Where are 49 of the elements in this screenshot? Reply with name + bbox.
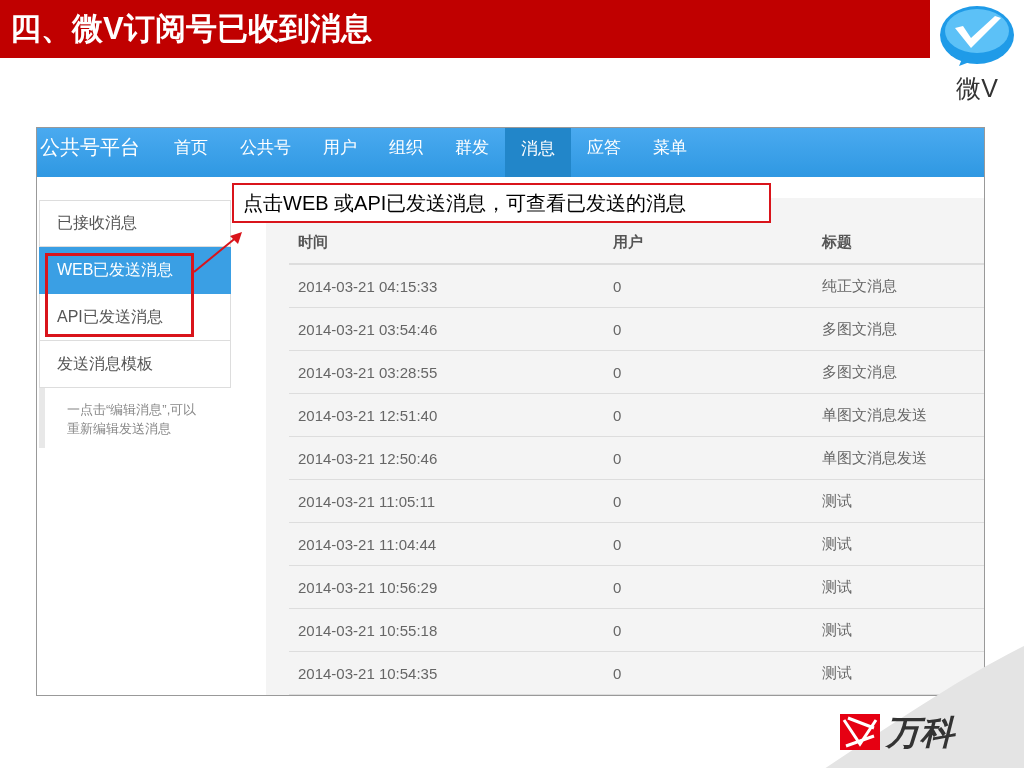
column-header: 标题 xyxy=(813,221,984,264)
table-cell: 0 xyxy=(604,307,813,351)
nav-tab[interactable]: 菜单 xyxy=(637,128,703,166)
table-cell: 0 xyxy=(604,651,813,695)
table-cell: 0 xyxy=(604,479,813,523)
nav-tab[interactable]: 消息 xyxy=(505,128,571,177)
sidebar-item[interactable]: API已发送消息 xyxy=(39,294,231,341)
logo-icon xyxy=(840,714,880,750)
table-cell: 0 xyxy=(604,393,813,437)
annotation-arrow xyxy=(193,232,242,273)
nav-tab[interactable]: 群发 xyxy=(439,128,505,166)
nav-tab[interactable]: 应答 xyxy=(571,128,637,166)
table-cell: 2014-03-21 04:15:33 xyxy=(289,264,604,308)
app-brand: 公共号平台 xyxy=(39,134,141,160)
nav-tab[interactable]: 用户 xyxy=(307,128,373,166)
sidebar-item[interactable]: 已接收消息 xyxy=(39,200,231,247)
table-cell: 多图文消息 xyxy=(813,350,984,394)
table-cell: 测试 xyxy=(813,565,984,609)
table-cell: 2014-03-21 03:28:55 xyxy=(289,350,604,394)
table-cell: 0 xyxy=(604,608,813,652)
nav-tab[interactable]: 组织 xyxy=(373,128,439,166)
logo-text: 万科 xyxy=(886,714,954,750)
sidebar-item[interactable]: 发送消息模板 xyxy=(39,341,231,388)
table-cell: 2014-03-21 11:04:44 xyxy=(289,522,604,566)
table-cell: 0 xyxy=(604,264,813,308)
table-cell: 2014-03-21 10:56:29 xyxy=(289,565,604,609)
table-cell: 测试 xyxy=(813,479,984,523)
table-cell: 单图文消息发送 xyxy=(813,436,984,480)
table-cell: 0 xyxy=(604,350,813,394)
nav-tab[interactable]: 公共号 xyxy=(224,128,307,166)
table-cell: 2014-03-21 12:51:40 xyxy=(289,393,604,437)
table-cell: 0 xyxy=(604,565,813,609)
table-cell: 2014-03-21 10:55:18 xyxy=(289,608,604,652)
table-cell: 0 xyxy=(604,522,813,566)
sidebar-note: 一点击“编辑消息”,可以重新编辑发送消息 xyxy=(39,388,202,448)
table-cell: 测试 xyxy=(813,522,984,566)
table-cell: 2014-03-21 03:54:46 xyxy=(289,307,604,351)
table-cell: 测试 xyxy=(813,608,984,652)
table-cell: 纯正文消息 xyxy=(813,264,984,308)
table-cell: 2014-03-21 11:05:11 xyxy=(289,479,604,523)
slide-title: 四、微V订阅号已收到消息 xyxy=(0,0,930,58)
table-cell: 2014-03-21 10:54:35 xyxy=(289,651,604,695)
nav-tab[interactable]: 首页 xyxy=(158,128,224,166)
callout-text: 点击WEB 或API已发送消息，可查看已发送的消息 xyxy=(232,183,771,223)
logo-text: 微V xyxy=(956,74,998,102)
table-cell: 2014-03-21 12:50:46 xyxy=(289,436,604,480)
table-cell: 单图文消息发送 xyxy=(813,393,984,437)
table-cell: 0 xyxy=(604,436,813,480)
table-cell: 多图文消息 xyxy=(813,307,984,351)
